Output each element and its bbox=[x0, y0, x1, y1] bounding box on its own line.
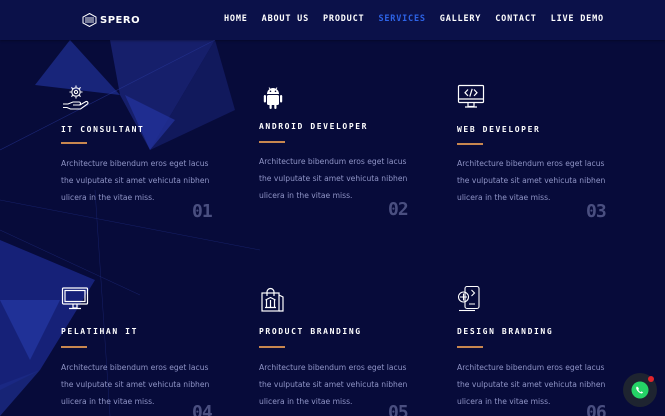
logo-text: SPERO bbox=[100, 14, 141, 26]
service-number: 05 bbox=[388, 402, 409, 416]
design-icon bbox=[457, 285, 480, 312]
nav-menu: HOME ABOUT US PRODUCT SERVICES GALLERY C… bbox=[224, 14, 618, 24]
code-monitor-icon bbox=[457, 84, 485, 108]
service-divider bbox=[457, 346, 483, 348]
service-description: Architecture bibendum eros eget lacus th… bbox=[457, 159, 606, 202]
nav-item-home[interactable]: HOME bbox=[224, 14, 248, 24]
service-divider bbox=[61, 142, 87, 144]
shopping-bag-icon bbox=[261, 287, 284, 312]
nav-item-about-us[interactable]: ABOUT US bbox=[262, 14, 309, 24]
service-card-pelatihan-it: PELATIHAN IT Architecture bibendum eros … bbox=[61, 285, 226, 416]
service-title: WEB DEVELOPER bbox=[457, 125, 541, 134]
service-card-it-consultant: IT CONSULTANT Architecture bibendum eros… bbox=[61, 83, 226, 223]
service-title: PRODUCT BRANDING bbox=[259, 327, 362, 336]
service-title: DESIGN BRANDING bbox=[457, 327, 554, 336]
page: SPERO HOME ABOUT US PRODUCT SERVICES GAL… bbox=[0, 0, 665, 416]
logo-mark-icon bbox=[82, 13, 97, 27]
android-icon bbox=[263, 87, 283, 109]
service-title: PELATIHAN IT bbox=[61, 327, 138, 336]
service-divider bbox=[259, 346, 285, 348]
service-divider bbox=[259, 141, 285, 143]
nav-item-contact[interactable]: CONTACT bbox=[495, 14, 536, 24]
notification-dot bbox=[648, 376, 654, 382]
service-number: 06 bbox=[586, 402, 607, 416]
service-number: 03 bbox=[586, 201, 607, 222]
service-number: 01 bbox=[192, 201, 213, 222]
service-divider bbox=[457, 143, 483, 145]
service-description: Architecture bibendum eros eget lacus th… bbox=[61, 159, 210, 202]
service-title: IT CONSULTANT bbox=[61, 125, 145, 134]
nav-item-gallery[interactable]: GALLERY bbox=[440, 14, 481, 24]
nav-item-live-demo[interactable]: LIVE DEMO bbox=[551, 14, 604, 24]
service-divider bbox=[61, 346, 87, 348]
service-card-android-developer: ANDROID DEVELOPER Architecture bibendum … bbox=[259, 83, 424, 223]
nav-item-product[interactable]: PRODUCT bbox=[323, 14, 364, 24]
navbar: SPERO HOME ABOUT US PRODUCT SERVICES GAL… bbox=[0, 0, 665, 40]
gear-hand-icon bbox=[63, 85, 89, 110]
service-title: ANDROID DEVELOPER bbox=[259, 122, 369, 131]
service-card-product-branding: PRODUCT BRANDING Architecture bibendum e… bbox=[259, 285, 424, 416]
brand-logo[interactable]: SPERO bbox=[82, 13, 140, 27]
service-description: Architecture bibendum eros eget lacus th… bbox=[259, 157, 408, 200]
service-number: 04 bbox=[192, 402, 213, 416]
monitor-icon bbox=[61, 287, 89, 310]
nav-item-services[interactable]: SERVICES bbox=[378, 14, 425, 24]
whatsapp-icon bbox=[631, 381, 649, 399]
service-card-design-branding: DESIGN BRANDING Architecture bibendum er… bbox=[457, 285, 622, 416]
service-card-web-developer: WEB DEVELOPER Architecture bibendum eros… bbox=[457, 83, 622, 223]
service-number: 02 bbox=[388, 199, 409, 220]
